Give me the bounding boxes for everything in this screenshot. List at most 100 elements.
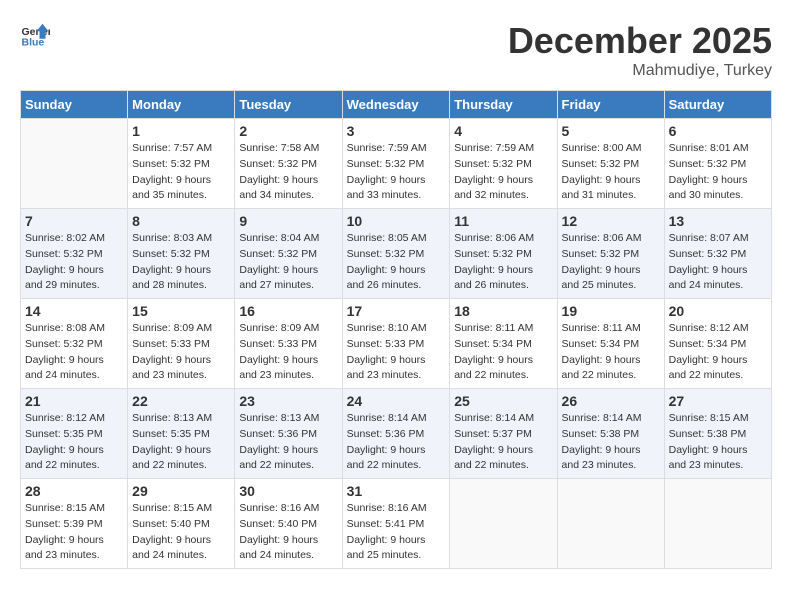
day-number: 19	[562, 303, 660, 319]
day-info: Sunrise: 8:11 AMSunset: 5:34 PMDaylight:…	[562, 321, 660, 384]
day-info: Sunrise: 8:03 AMSunset: 5:32 PMDaylight:…	[132, 231, 230, 294]
day-info: Sunrise: 7:59 AMSunset: 5:32 PMDaylight:…	[347, 141, 446, 204]
day-number: 31	[347, 483, 446, 499]
calendar-cell	[664, 479, 771, 569]
calendar-cell	[450, 479, 557, 569]
day-number: 22	[132, 393, 230, 409]
day-info: Sunrise: 8:15 AMSunset: 5:39 PMDaylight:…	[25, 501, 123, 564]
month-year-title: December 2025	[508, 20, 772, 62]
calendar-table: SundayMondayTuesdayWednesdayThursdayFrid…	[20, 90, 772, 569]
day-number: 6	[669, 123, 767, 139]
calendar-cell: 18 Sunrise: 8:11 AMSunset: 5:34 PMDayligh…	[450, 299, 557, 389]
day-info: Sunrise: 8:04 AMSunset: 5:32 PMDaylight:…	[239, 231, 337, 294]
calendar-cell: 16Sunrise: 8:09 AMSunset: 5:33 PMDayligh…	[235, 299, 342, 389]
calendar-cell	[557, 479, 664, 569]
day-info: Sunrise: 8:11 AMSunset: 5:34 PMDaylight:…	[454, 321, 552, 384]
calendar-cell: 13 Sunrise: 8:07 AMSunset: 5:32 PMDayligh…	[664, 209, 771, 299]
calendar-cell: 27 Sunrise: 8:15 AMSunset: 5:38 PMDayligh…	[664, 389, 771, 479]
day-number: 15	[132, 303, 230, 319]
calendar-cell: 10 Sunrise: 8:05 AMSunset: 5:32 PMDayligh…	[342, 209, 450, 299]
day-info: Sunrise: 8:14 AMSunset: 5:37 PMDaylight:…	[454, 411, 552, 474]
calendar-cell: 12 Sunrise: 8:06 AMSunset: 5:32 PMDayligh…	[557, 209, 664, 299]
calendar-cell: 24 Sunrise: 8:14 AMSunset: 5:36 PMDayligh…	[342, 389, 450, 479]
calendar-cell: 1 Sunrise: 7:57 AMSunset: 5:32 PMDaylight…	[128, 119, 235, 209]
day-number: 24	[347, 393, 446, 409]
calendar-week-row: 1 Sunrise: 7:57 AMSunset: 5:32 PMDaylight…	[21, 119, 772, 209]
day-number: 20	[669, 303, 767, 319]
title-block: December 2025 Mahmudiye, Turkey	[508, 20, 772, 80]
calendar-cell: 11 Sunrise: 8:06 AMSunset: 5:32 PMDayligh…	[450, 209, 557, 299]
calendar-cell	[21, 119, 128, 209]
page-header: General Blue December 2025 Mahmudiye, Tu…	[20, 20, 772, 80]
weekday-header: Friday	[557, 91, 664, 119]
day-number: 3	[347, 123, 446, 139]
calendar-cell: 25 Sunrise: 8:14 AMSunset: 5:37 PMDayligh…	[450, 389, 557, 479]
day-info: Sunrise: 8:07 AMSunset: 5:32 PMDaylight:…	[669, 231, 767, 294]
day-info: Sunrise: 8:05 AMSunset: 5:32 PMDaylight:…	[347, 231, 446, 294]
weekday-header: Sunday	[21, 91, 128, 119]
day-info: Sunrise: 8:06 AMSunset: 5:32 PMDaylight:…	[454, 231, 552, 294]
day-number: 14	[25, 303, 123, 319]
day-number: 12	[562, 213, 660, 229]
calendar-cell: 22 Sunrise: 8:13 AMSunset: 5:35 PMDayligh…	[128, 389, 235, 479]
calendar-cell: 17 Sunrise: 8:10 AMSunset: 5:33 PMDayligh…	[342, 299, 450, 389]
logo-icon: General Blue	[20, 20, 50, 50]
day-number: 21	[25, 393, 123, 409]
day-info: Sunrise: 8:01 AMSunset: 5:32 PMDaylight:…	[669, 141, 767, 204]
day-info: Sunrise: 7:58 AMSunset: 5:32 PMDaylight:…	[239, 141, 337, 204]
day-info: Sunrise: 8:08 AMSunset: 5:32 PMDaylight:…	[25, 321, 123, 384]
day-info: Sunrise: 8:14 AMSunset: 5:36 PMDaylight:…	[347, 411, 446, 474]
weekday-header: Thursday	[450, 91, 557, 119]
day-number: 26	[562, 393, 660, 409]
day-info: Sunrise: 8:12 AMSunset: 5:34 PMDaylight:…	[669, 321, 767, 384]
day-number: 30	[239, 483, 337, 499]
logo: General Blue	[20, 20, 50, 50]
day-info: Sunrise: 8:16 AMSunset: 5:41 PMDaylight:…	[347, 501, 446, 564]
day-info: Sunrise: 7:57 AMSunset: 5:32 PMDaylight:…	[132, 141, 230, 204]
calendar-cell: 19 Sunrise: 8:11 AMSunset: 5:34 PMDayligh…	[557, 299, 664, 389]
calendar-cell: 23 Sunrise: 8:13 AMSunset: 5:36 PMDayligh…	[235, 389, 342, 479]
day-number: 7	[25, 213, 123, 229]
day-number: 5	[562, 123, 660, 139]
day-info: Sunrise: 8:14 AMSunset: 5:38 PMDaylight:…	[562, 411, 660, 474]
day-number: 2	[239, 123, 337, 139]
calendar-cell: 31 Sunrise: 8:16 AMSunset: 5:41 PMDayligh…	[342, 479, 450, 569]
day-info: Sunrise: 8:02 AMSunset: 5:32 PMDaylight:…	[25, 231, 123, 294]
day-info: Sunrise: 8:00 AMSunset: 5:32 PMDaylight:…	[562, 141, 660, 204]
calendar-cell: 30Sunrise: 8:16 AMSunset: 5:40 PMDayligh…	[235, 479, 342, 569]
day-number: 27	[669, 393, 767, 409]
day-info: Sunrise: 8:13 AMSunset: 5:35 PMDaylight:…	[132, 411, 230, 474]
calendar-cell: 4 Sunrise: 7:59 AMSunset: 5:32 PMDaylight…	[450, 119, 557, 209]
day-info: Sunrise: 8:12 AMSunset: 5:35 PMDaylight:…	[25, 411, 123, 474]
weekday-header: Monday	[128, 91, 235, 119]
calendar-cell: 2 Sunrise: 7:58 AMSunset: 5:32 PMDaylight…	[235, 119, 342, 209]
day-number: 18	[454, 303, 552, 319]
day-number: 11	[454, 213, 552, 229]
day-info: Sunrise: 8:15 AMSunset: 5:40 PMDaylight:…	[132, 501, 230, 564]
day-number: 1	[132, 123, 230, 139]
calendar-week-row: 14 Sunrise: 8:08 AMSunset: 5:32 PMDayligh…	[21, 299, 772, 389]
day-info: Sunrise: 8:15 AMSunset: 5:38 PMDaylight:…	[669, 411, 767, 474]
day-number: 13	[669, 213, 767, 229]
day-info: Sunrise: 7:59 AMSunset: 5:32 PMDaylight:…	[454, 141, 552, 204]
day-number: 25	[454, 393, 552, 409]
calendar-cell: 15 Sunrise: 8:09 AMSunset: 5:33 PMDayligh…	[128, 299, 235, 389]
weekday-header: Saturday	[664, 91, 771, 119]
day-number: 10	[347, 213, 446, 229]
calendar-cell: 8Sunrise: 8:03 AMSunset: 5:32 PMDaylight…	[128, 209, 235, 299]
calendar-week-row: 21 Sunrise: 8:12 AMSunset: 5:35 PMDayligh…	[21, 389, 772, 479]
day-info: Sunrise: 8:10 AMSunset: 5:33 PMDaylight:…	[347, 321, 446, 384]
day-info: Sunrise: 8:06 AMSunset: 5:32 PMDaylight:…	[562, 231, 660, 294]
calendar-cell: 14 Sunrise: 8:08 AMSunset: 5:32 PMDayligh…	[21, 299, 128, 389]
day-number: 4	[454, 123, 552, 139]
calendar-cell: 7 Sunrise: 8:02 AMSunset: 5:32 PMDaylight…	[21, 209, 128, 299]
day-number: 17	[347, 303, 446, 319]
day-number: 23	[239, 393, 337, 409]
calendar-cell: 20 Sunrise: 8:12 AMSunset: 5:34 PMDayligh…	[664, 299, 771, 389]
calendar-cell: 29Sunrise: 8:15 AMSunset: 5:40 PMDayligh…	[128, 479, 235, 569]
weekday-header: Wednesday	[342, 91, 450, 119]
calendar-cell: 28Sunrise: 8:15 AMSunset: 5:39 PMDayligh…	[21, 479, 128, 569]
day-info: Sunrise: 8:09 AMSunset: 5:33 PMDaylight:…	[132, 321, 230, 384]
calendar-cell: 3 Sunrise: 7:59 AMSunset: 5:32 PMDaylight…	[342, 119, 450, 209]
day-info: Sunrise: 8:13 AMSunset: 5:36 PMDaylight:…	[239, 411, 337, 474]
